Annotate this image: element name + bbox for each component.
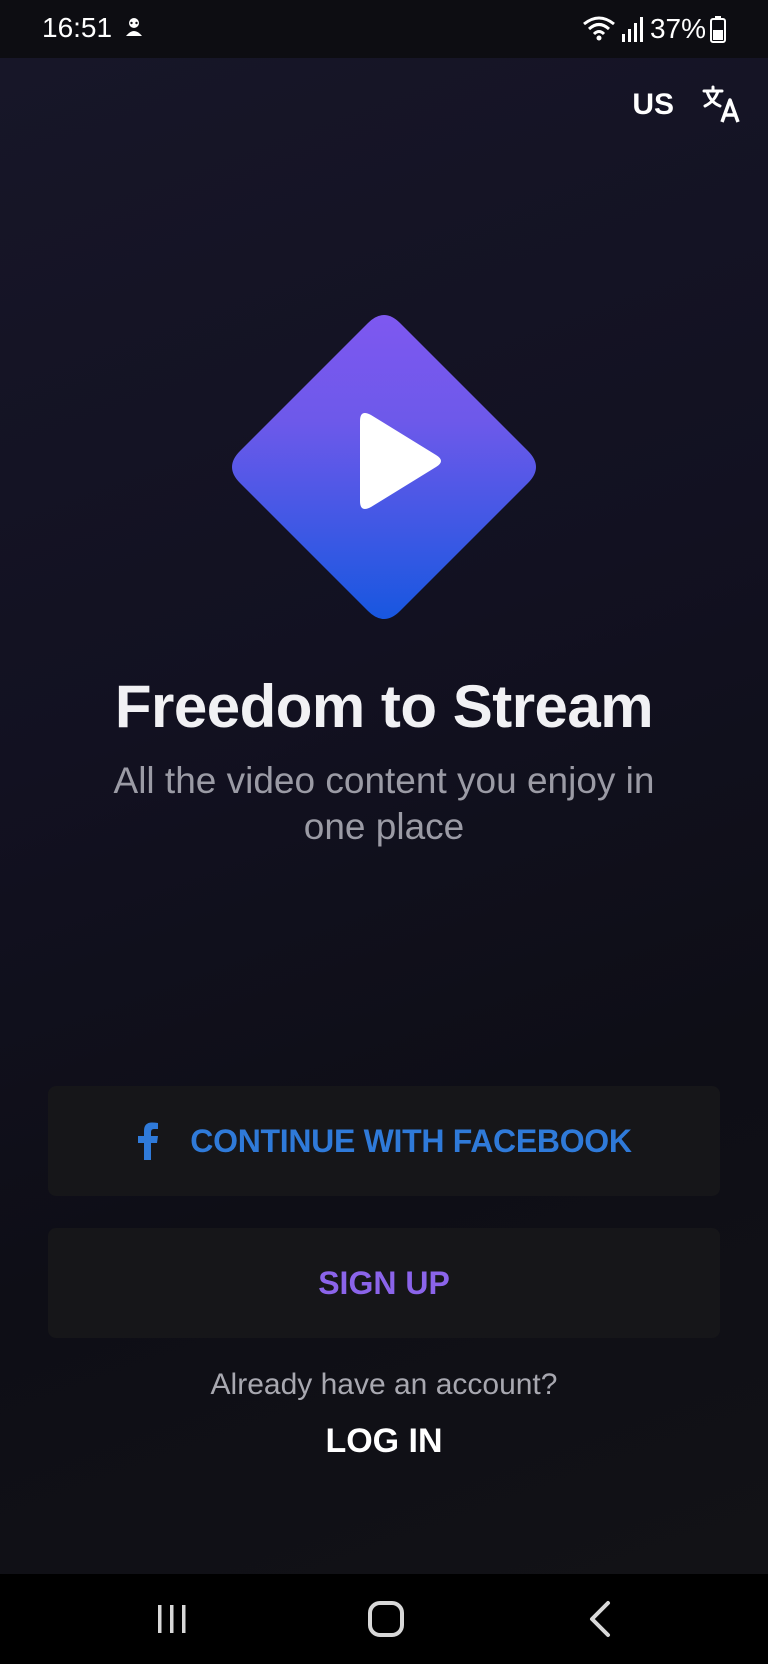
home-icon[interactable] (362, 1596, 410, 1642)
signal-icon (621, 17, 643, 42)
account-prompt: Already have an account? (210, 1368, 558, 1401)
hero-subtitle: All the video content you enjoy in one p… (113, 760, 655, 847)
hero-title: Freedom to Stream (114, 673, 654, 740)
facebook-button-label: CONTINUE WITH FACEBOOK (190, 1122, 632, 1159)
welcome-content: US Freedom to Stream All the video conte… (0, 58, 768, 1574)
continue-with-facebook-button[interactable]: CONTINUE WITH FACEBOOK (48, 1086, 720, 1196)
battery-icon (710, 16, 726, 43)
status-indicators: 37% (582, 12, 726, 46)
region-selector[interactable]: US (632, 88, 674, 122)
sign-up-button-label: SIGN UP (318, 1264, 450, 1301)
translate-icon[interactable] (702, 84, 742, 124)
app-screen: 16:51 37% US Freedom to Stream All the v… (0, 0, 768, 1664)
app-logo (232, 315, 536, 619)
wifi-icon (583, 16, 615, 41)
recent-apps-icon[interactable] (148, 1596, 196, 1642)
facebook-icon (138, 1122, 159, 1160)
back-icon[interactable] (578, 1596, 626, 1642)
sign-up-button[interactable]: SIGN UP (48, 1228, 720, 1338)
battery-percentage: 37% (649, 13, 706, 44)
system-navigation-bar (0, 1574, 768, 1664)
status-bar: 16:51 37% (0, 0, 768, 58)
notification-icon (126, 18, 142, 36)
log-in-link[interactable]: LOG IN (284, 1422, 484, 1461)
status-time: 16:51 (42, 12, 113, 43)
